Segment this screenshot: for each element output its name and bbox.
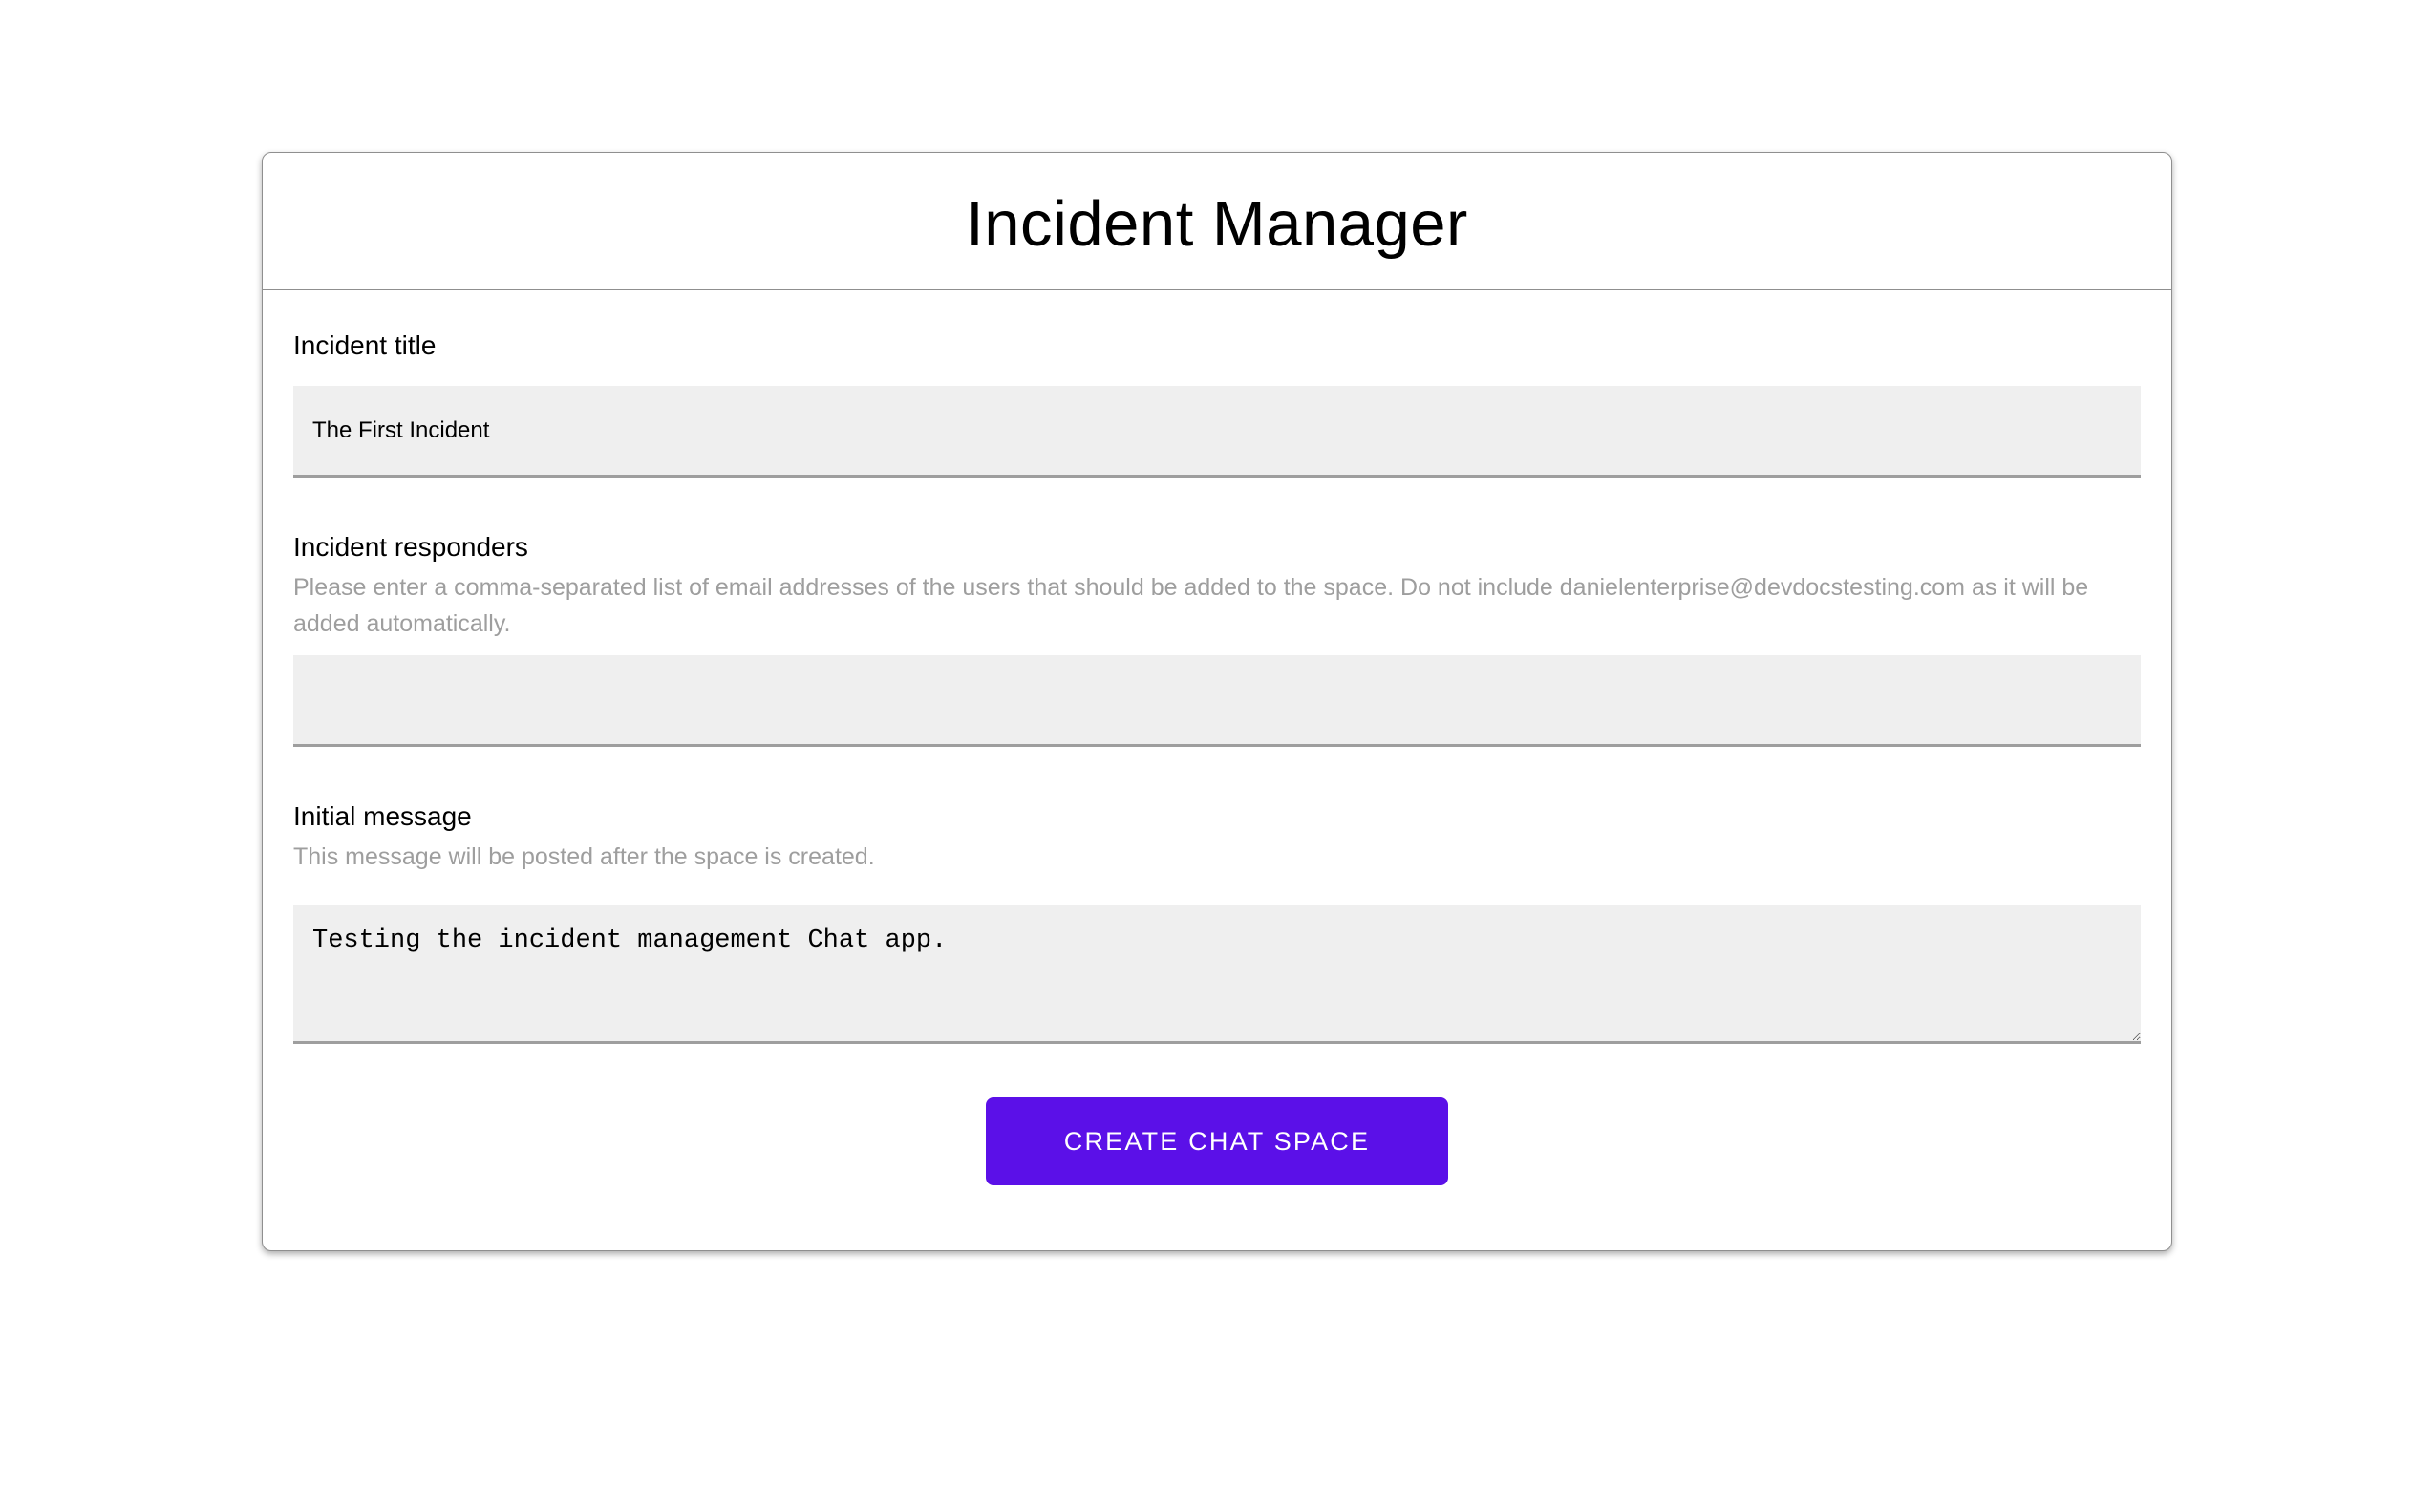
incident-form: Incident title Incident responders Pleas… (263, 290, 2171, 1250)
initial-message-label: Initial message (293, 801, 472, 831)
incident-responders-label: Incident responders (293, 532, 528, 562)
initial-message-helper-text: This message will be posted after the sp… (293, 843, 875, 870)
initial-message-section: Initial message This message will be pos… (293, 800, 2141, 1044)
card-header: Incident Manager (263, 153, 2171, 290)
incident-title-section: Incident title (293, 330, 2141, 478)
initial-message-textarea[interactable]: Testing the incident management Chat app… (293, 905, 2141, 1044)
incident-title-input[interactable] (293, 386, 2141, 478)
incident-manager-card: Incident Manager Incident title Incident… (262, 152, 2172, 1251)
incident-title-label: Incident title (293, 330, 437, 360)
incident-responders-input[interactable] (293, 655, 2141, 747)
incident-responders-section: Incident responders Please enter a comma… (293, 531, 2141, 747)
incident-responders-helper-text: Please enter a comma-separated list of e… (293, 574, 2089, 637)
create-chat-space-button[interactable]: CREATE CHAT SPACE (986, 1097, 1448, 1185)
page-title: Incident Manager (966, 188, 1468, 260)
button-row: CREATE CHAT SPACE (293, 1097, 2141, 1185)
